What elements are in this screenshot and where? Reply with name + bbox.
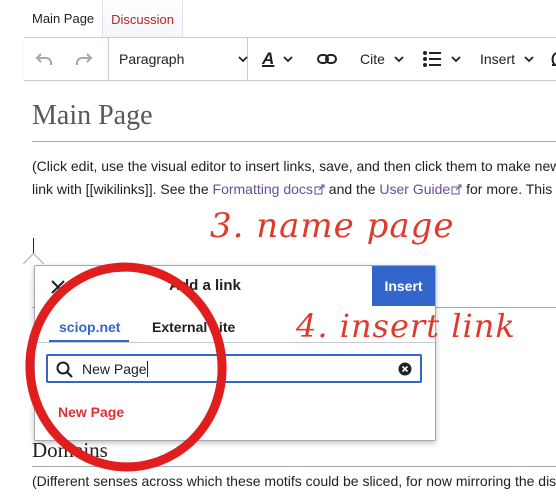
paragraph-label: Paragraph	[119, 51, 185, 67]
chevron-down-icon	[451, 56, 461, 63]
annotation-note-insert-link: 4. insert link	[296, 307, 516, 345]
undo-icon	[35, 53, 52, 65]
special-character-button[interactable]	[550, 38, 556, 80]
tab-internal-link[interactable]: sciop.net	[59, 319, 120, 335]
clear-icon[interactable]	[398, 362, 412, 376]
user-guide-link[interactable]: User Guide	[379, 181, 450, 197]
insert-dropdown[interactable]: Insert	[480, 38, 535, 80]
link-search-input[interactable]: New Page	[46, 354, 422, 383]
page-tabs: Main Page Discussion	[24, 0, 184, 38]
intro-text-b: and the	[324, 181, 380, 197]
chevron-down-icon	[238, 56, 248, 63]
chevron-down-icon	[524, 56, 534, 63]
intro-text-c: for more. This	[462, 181, 553, 197]
chevron-down-icon	[394, 56, 404, 63]
annotation-note-name-page: 3. name page	[210, 206, 455, 246]
tab-external-link[interactable]: External site	[152, 319, 235, 335]
domains-heading: Domains	[32, 438, 108, 462]
link-button[interactable]	[316, 38, 338, 80]
intro-line-2: link with [[wikilinks]]. See the Formatt…	[32, 181, 552, 197]
formatting-docs-link[interactable]: Formatting docs	[213, 181, 313, 197]
link-icon	[317, 54, 337, 64]
cite-dropdown[interactable]: Cite	[360, 38, 405, 80]
omega-icon	[551, 52, 556, 66]
insert-label: Insert	[480, 51, 516, 67]
title-divider	[32, 141, 556, 142]
page-title: Main Page	[32, 100, 153, 131]
redo-button[interactable]	[74, 38, 109, 80]
insert-link-button[interactable]: Insert	[372, 266, 435, 306]
dialog-title: Add a link	[169, 277, 241, 294]
tab-discussion[interactable]: Discussion	[102, 0, 184, 38]
undo-button[interactable]	[34, 38, 54, 80]
chevron-down-icon	[283, 56, 293, 63]
external-link-icon	[314, 184, 325, 195]
search-icon	[56, 361, 73, 378]
search-value: New Page	[82, 361, 147, 377]
list-dropdown[interactable]	[422, 38, 462, 80]
add-link-dialog: Add a link Insert sciop.net External sit…	[34, 265, 436, 441]
redo-icon	[76, 53, 93, 65]
tab-main-page[interactable]: Main Page	[24, 0, 103, 38]
domains-divider	[32, 466, 556, 467]
domains-text: (Different senses across which these mot…	[32, 473, 556, 489]
bullet-list-icon	[423, 51, 441, 67]
text-style-icon: A	[262, 49, 275, 68]
external-link-icon	[451, 184, 462, 195]
intro-text-a: link with [[wikilinks]]. See the	[32, 181, 213, 197]
new-page-suggestion[interactable]: New Page	[58, 404, 124, 420]
text-style-dropdown[interactable]: A	[262, 38, 294, 80]
paragraph-dropdown[interactable]: Paragraph	[119, 38, 248, 80]
cite-label: Cite	[360, 51, 385, 67]
intro-line-1: (Click edit, use the visual editor to in…	[32, 158, 556, 174]
editor-toolbar: Paragraph A Cite Insert	[24, 38, 556, 81]
text-caret	[146, 361, 148, 377]
